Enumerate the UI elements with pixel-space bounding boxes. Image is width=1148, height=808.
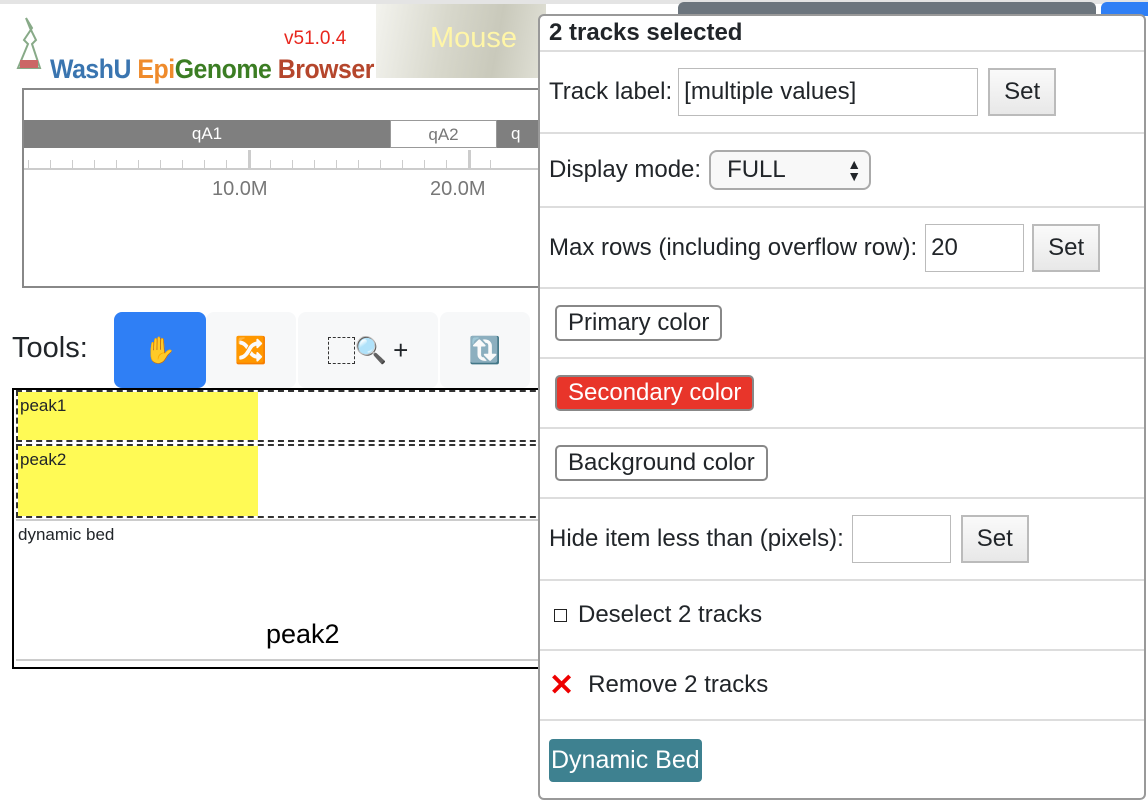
menu-title: 2 tracks selected bbox=[540, 16, 1144, 52]
magnifier-icon: 🔍 bbox=[354, 334, 388, 365]
genome-name: Mouse bbox=[430, 22, 518, 54]
brand-title: WashU EpiGenome Browser bbox=[50, 54, 374, 84]
ruler-tick bbox=[424, 160, 425, 168]
track-dynamic-bed[interactable]: dynamic bed peak2 bbox=[16, 519, 556, 661]
ruler-tick bbox=[160, 160, 161, 168]
logo-icon bbox=[16, 17, 42, 69]
logo[interactable]: v51.0.4 WashU EpiGenome Browser bbox=[12, 14, 374, 84]
background-color-button[interactable]: Background color bbox=[555, 445, 768, 481]
updown-arrows-icon: ▲ ▼ bbox=[847, 156, 862, 184]
primary-color-button[interactable]: Primary color bbox=[555, 305, 723, 341]
display-mode-label: Display mode: bbox=[549, 156, 702, 183]
shuffle-icon: 🔀 bbox=[234, 334, 268, 365]
max-rows-label: Max rows (including overflow row): bbox=[549, 233, 918, 261]
track-context-menu: 2 tracks selected Track label: [multiple… bbox=[538, 14, 1146, 800]
dynamic-bed-row: Dynamic Bed bbox=[540, 721, 1144, 799]
ruler-tick bbox=[292, 160, 293, 168]
track-label-label: Track label: bbox=[549, 78, 673, 105]
ruler-tick bbox=[28, 160, 29, 168]
hide-item-set-button[interactable]: Set bbox=[960, 515, 1029, 563]
track-container: peak1 peak2 dynamic bed peak2 bbox=[12, 388, 556, 669]
display-mode-select[interactable]: FULL ▲ ▼ bbox=[709, 150, 872, 190]
deselect-label: Deselect 2 tracks bbox=[578, 601, 763, 628]
ruler-tick bbox=[50, 160, 51, 168]
display-mode-value: FULL bbox=[727, 156, 786, 183]
tick-label: 20.0M bbox=[430, 178, 486, 200]
deselect-tracks-item[interactable]: Deselect 2 tracks bbox=[540, 581, 1144, 651]
background-color-row: Background color bbox=[540, 429, 1144, 499]
max-rows-input[interactable]: 20 bbox=[925, 223, 1025, 272]
drag-tool-button[interactable]: ✋ bbox=[114, 312, 206, 388]
ruler-tick bbox=[138, 160, 139, 168]
ruler-tick bbox=[468, 150, 471, 168]
track-peak1[interactable]: peak1 bbox=[16, 390, 556, 442]
rotate-tool-button[interactable]: 🔃 bbox=[440, 312, 530, 388]
track-peak2[interactable]: peak2 bbox=[16, 444, 556, 518]
selection-box-icon bbox=[327, 336, 355, 364]
track-label: peak1 bbox=[20, 396, 67, 415]
tick-label: 10.0M bbox=[212, 178, 268, 200]
hand-icon: ✋ bbox=[143, 334, 177, 365]
red-x-icon: ✕ bbox=[549, 668, 575, 702]
remove-tracks-item[interactable]: ✕ Remove 2 tracks bbox=[540, 651, 1144, 721]
rotate-icon: 🔃 bbox=[468, 334, 502, 365]
ruler-tick bbox=[490, 160, 491, 168]
ruler-tick bbox=[314, 160, 315, 168]
dynamic-feature-label: peak2 bbox=[266, 619, 340, 649]
reorder-tool-button[interactable]: 🔀 bbox=[206, 312, 296, 388]
ruler-tick bbox=[182, 160, 183, 168]
hide-item-row: Hide item less than (pixels): Set bbox=[540, 499, 1144, 581]
band-qA2: qA2 bbox=[390, 120, 497, 148]
ruler-tick bbox=[72, 160, 73, 168]
display-mode-row: Display mode: FULL ▲ ▼ bbox=[540, 134, 1144, 208]
zoom-tool-button[interactable]: 🔍 + bbox=[298, 312, 438, 388]
checkbox-icon bbox=[554, 608, 567, 622]
ruler-tick bbox=[358, 160, 359, 168]
max-rows-set-button[interactable]: Set bbox=[1032, 223, 1101, 272]
primary-color-row: Primary color bbox=[540, 289, 1144, 359]
secondary-color-row: Secondary color bbox=[540, 359, 1144, 429]
version: v51.0.4 bbox=[284, 28, 347, 49]
track-label-set-button[interactable]: Set bbox=[988, 68, 1057, 116]
track-label-row: Track label: [multiple values] Set bbox=[540, 52, 1144, 134]
ruler-tick bbox=[446, 160, 447, 168]
ruler-tick bbox=[204, 160, 205, 168]
plus-icon: + bbox=[393, 334, 409, 365]
ruler-tick bbox=[116, 160, 117, 168]
secondary-color-button[interactable]: Secondary color bbox=[555, 375, 755, 411]
track-label: dynamic bed bbox=[18, 525, 115, 544]
track-label-input[interactable]: [multiple values] bbox=[678, 68, 979, 116]
hide-item-input[interactable] bbox=[851, 515, 951, 563]
ruler-tick bbox=[94, 160, 95, 168]
ruler-tick bbox=[380, 160, 381, 168]
ruler-tick bbox=[336, 160, 337, 168]
ruler-ticks bbox=[24, 150, 550, 170]
band-qA1: qA1 bbox=[24, 120, 390, 148]
ruler-tick bbox=[248, 150, 251, 168]
remove-label: Remove 2 tracks bbox=[588, 671, 769, 698]
ruler-tick bbox=[270, 160, 271, 168]
track-label: peak2 bbox=[20, 450, 67, 469]
tools-label: Tools: bbox=[12, 332, 88, 364]
max-rows-row: Max rows (including overflow row): 20 Se… bbox=[540, 208, 1144, 289]
chromosome-ruler: qA1 qA2 q 10.0M 20.0M bbox=[22, 88, 557, 288]
dynamic-bed-button[interactable]: Dynamic Bed bbox=[549, 738, 702, 782]
hide-item-label: Hide item less than (pixels): bbox=[549, 525, 844, 552]
ruler-tick bbox=[402, 160, 403, 168]
ruler-tick bbox=[226, 160, 227, 168]
